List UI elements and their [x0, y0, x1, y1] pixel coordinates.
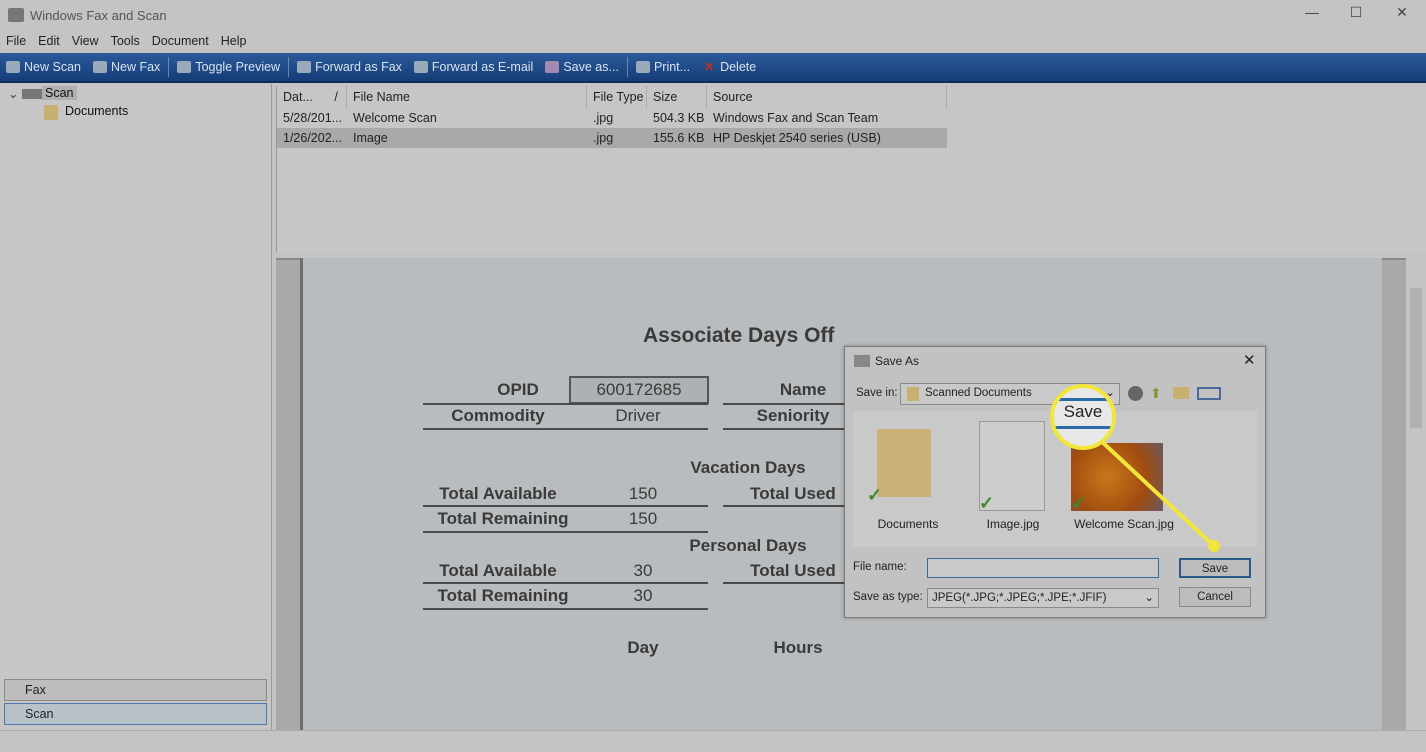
callout-line	[1098, 438, 1216, 548]
callout-text: Save	[1063, 402, 1103, 421]
save-callout-magnifier: Save	[1050, 384, 1116, 450]
callout-dot	[1208, 540, 1220, 552]
callout-pointer	[1098, 438, 1220, 552]
